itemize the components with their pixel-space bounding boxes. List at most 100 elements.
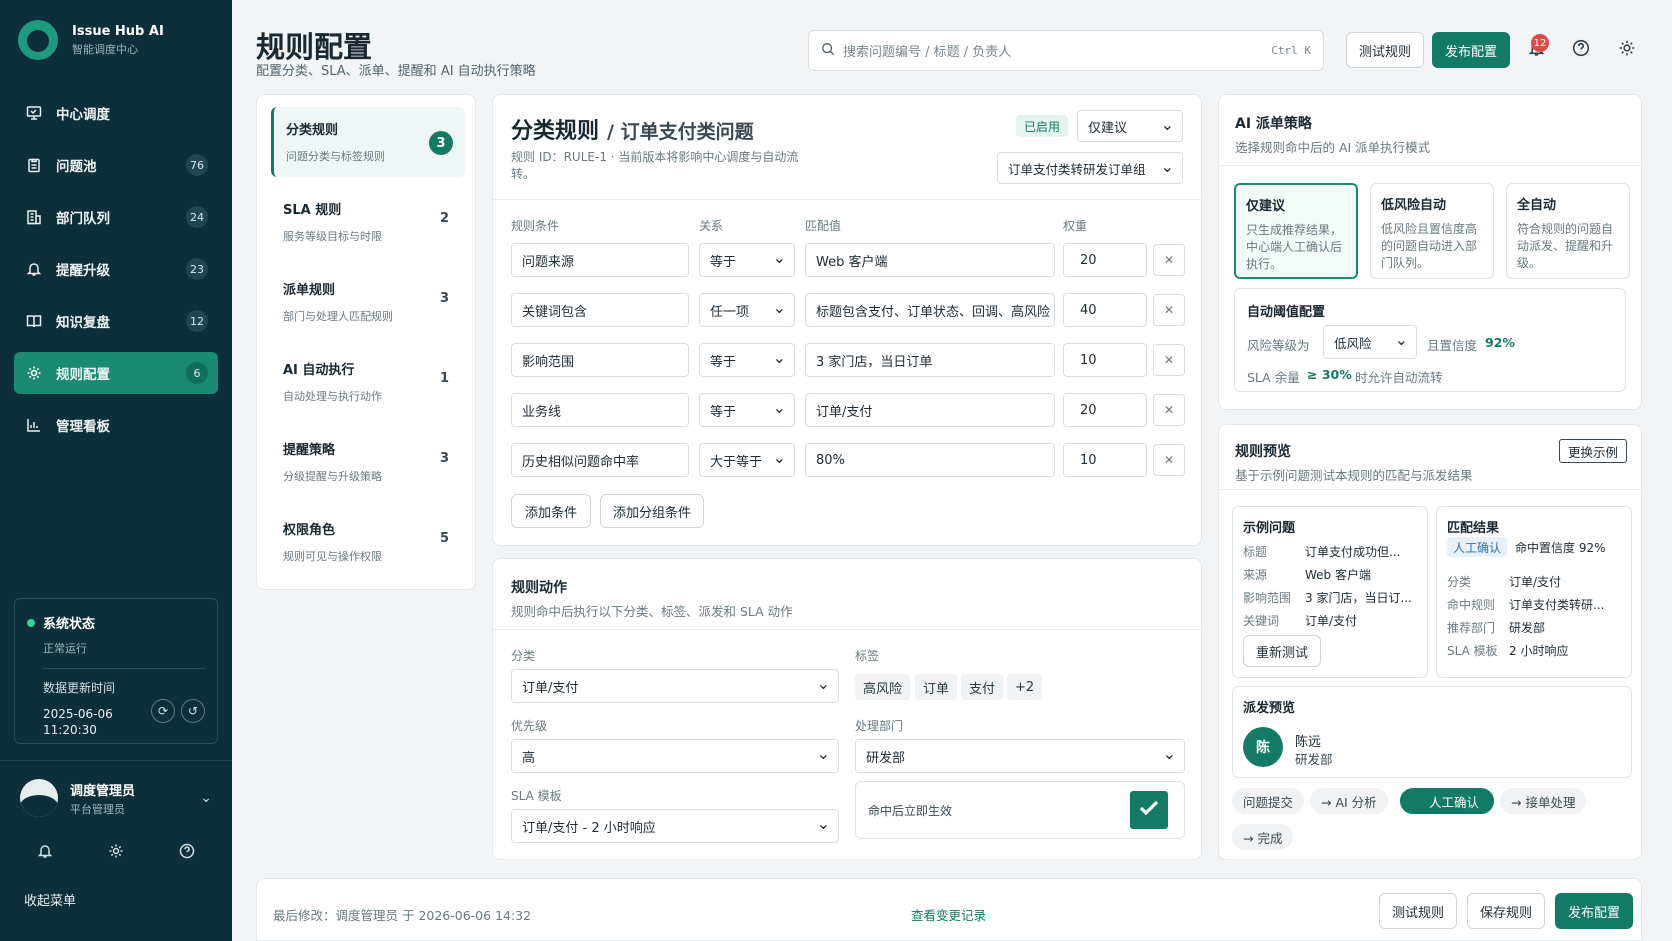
mode-low-risk-auto[interactable]: 低风险自动 低风险且置信度高的问题自动进入部门队列。 (1370, 183, 1494, 279)
condition-field[interactable]: 问题来源 (511, 243, 689, 277)
category-desc: 自动处理与执行动作 (283, 390, 382, 403)
weight-field[interactable]: 10 (1063, 443, 1147, 477)
sidebar-item-dispatch[interactable]: 中心调度 (14, 92, 218, 134)
relation-select[interactable]: 等于 (699, 393, 795, 427)
weight-field[interactable]: 20 (1063, 243, 1147, 277)
mode-suggest-only[interactable]: 仅建议 只生成推荐结果，中心端人工确认后执行。 (1234, 183, 1358, 279)
relation-select[interactable]: 任一项 (699, 293, 795, 327)
dept-select[interactable]: 研发部 (855, 739, 1185, 773)
field-value: 研发部 (1509, 621, 1546, 635)
help-icon[interactable] (179, 843, 195, 863)
condition-field[interactable]: 影响范围 (511, 343, 689, 377)
bell-icon[interactable] (37, 843, 53, 863)
test-rule-button[interactable]: 测试规则 (1346, 32, 1424, 68)
category-sla[interactable]: SLA 规则 服务等级目标与时限 2 (271, 187, 465, 257)
mode-title: 低风险自动 (1381, 198, 1447, 213)
weight-field[interactable]: 10 (1063, 343, 1147, 377)
category-classification[interactable]: 分类规则 问题分类与标签规则 3 (271, 107, 465, 177)
value-field[interactable]: 3 家门店，当日订单 (805, 343, 1055, 377)
value-field[interactable]: 80% (805, 443, 1055, 477)
condition-field[interactable]: 业务线 (511, 393, 689, 427)
more-tags-chip[interactable]: +2 (1007, 674, 1043, 700)
sidebar-item-issue-pool[interactable]: 问题池 76 (14, 144, 218, 186)
publish-config-button[interactable]: 发布配置 (1432, 32, 1510, 68)
add-condition-button[interactable]: 添加条件 (511, 494, 591, 528)
history-link[interactable]: 查看变更记录 (911, 905, 986, 924)
add-group-button[interactable]: 添加分组条件 (600, 494, 704, 528)
select-value: 高 (522, 750, 536, 766)
gear-icon[interactable] (108, 843, 124, 863)
settings-button[interactable] (1613, 36, 1641, 64)
sidebar-item-label: 管理看板 (56, 419, 110, 435)
rule-category-list: 分类规则 问题分类与标签规则 3 SLA 规则 服务等级目标与时限 2 派单规则… (256, 94, 476, 590)
user-menu[interactable]: 调度管理员 平台管理员 ⌄ (0, 779, 232, 817)
category-select[interactable]: 订单/支付 (511, 669, 839, 703)
chevron-down-icon: ⌄ (200, 790, 212, 806)
search-input[interactable]: 搜索问题编号 / 标题 / 负责人 Ctrl K (808, 30, 1324, 71)
tag-chip[interactable]: 高风险 (855, 674, 911, 700)
system-status-card: 系统状态 正常运行 数据更新时间 2025-06-06 11:20:30 ⟳ ↺ (14, 598, 218, 744)
sidebar-item-knowledge[interactable]: 知识复盘 12 (14, 300, 218, 342)
column-header-relation: 关系 (699, 219, 724, 233)
confidence-label: 且置信度 (1427, 338, 1478, 353)
remove-condition-button[interactable]: ✕ (1153, 394, 1185, 426)
help-button[interactable] (1567, 36, 1595, 64)
sla-margin-value[interactable]: ≥ 30% (1307, 367, 1352, 382)
remove-condition-button[interactable]: ✕ (1153, 294, 1185, 326)
value-field[interactable]: 标题包含支付、订单状态、回调、高风险 (805, 293, 1055, 327)
value-field[interactable]: 订单/支付 (805, 393, 1055, 427)
mode-full-auto[interactable]: 全自动 符合规则的问题自动派发、提醒和升级。 (1506, 183, 1630, 279)
mode-select[interactable]: 仅建议 (1077, 110, 1183, 142)
sla-margin-suffix: 时允许自动流转 (1355, 370, 1443, 385)
select-value: 低风险 (1334, 335, 1372, 351)
category-name: 权限角色 (283, 523, 336, 538)
weight-field[interactable]: 20 (1063, 393, 1147, 427)
tag-chip[interactable]: 支付 (961, 674, 1004, 700)
sidebar-nav: 中心调度 问题池 76 部门队列 24 提醒升级 23 知识复盘 12 规则配置… (14, 92, 218, 456)
select-value: 订单/支付 (522, 680, 579, 696)
rule-desc: 规则 ID：RULE-1 · 当前版本将影响中心调度与自动流转。 (511, 150, 799, 181)
sidebar-item-dashboard[interactable]: 管理看板 (14, 404, 218, 446)
category-dispatch[interactable]: 派单规则 部门与处理人匹配规则 3 (271, 267, 465, 337)
sidebar-item-reminders[interactable]: 提醒升级 23 (14, 248, 218, 290)
priority-select[interactable]: 高 (511, 739, 839, 773)
refresh-button[interactable]: ⟳ (151, 699, 175, 723)
target-select[interactable]: 订单支付类转研发订单组 (997, 152, 1183, 184)
condition-field[interactable]: 关键词包含 (511, 293, 689, 327)
relation-select[interactable]: 等于 (699, 343, 795, 377)
update-label: 数据更新时间 (43, 681, 116, 695)
sla-template-select[interactable]: 订单/支付 - 2 小时响应 (511, 809, 839, 843)
test-rule-button[interactable]: 测试规则 (1379, 893, 1457, 929)
publish-config-button[interactable]: 发布配置 (1555, 893, 1633, 929)
tag-chip[interactable]: 订单 (915, 674, 958, 700)
swap-example-button[interactable]: 更换示例 (1559, 439, 1627, 463)
immediate-effect-checkbox[interactable] (1130, 791, 1168, 829)
field-key: 标题 (1243, 545, 1268, 559)
retest-button[interactable]: 重新测试 (1243, 635, 1321, 667)
flow-step: 问题提交 (1232, 788, 1305, 814)
brand[interactable]: Issue Hub AI 智能调度中心 (18, 20, 164, 60)
remove-condition-button[interactable]: ✕ (1153, 444, 1185, 476)
confidence-value[interactable]: 92% (1485, 335, 1515, 350)
sidebar-item-dept-queue[interactable]: 部门队列 24 (14, 196, 218, 238)
help-icon (1572, 39, 1590, 61)
value-field[interactable]: Web 客户端 (805, 243, 1055, 277)
save-rule-button[interactable]: 保存规则 (1467, 893, 1545, 929)
field-key: 来源 (1243, 568, 1268, 582)
rule-actions-card: 规则动作 规则命中后执行以下分类、标签、派发和 SLA 动作 分类 订单/支付 … (492, 558, 1202, 860)
weight-field[interactable]: 40 (1063, 293, 1147, 327)
dispatch-title: 派发预览 (1243, 701, 1296, 716)
remove-condition-button[interactable]: ✕ (1153, 344, 1185, 376)
collapse-menu-button[interactable]: 收起菜单 (24, 890, 76, 909)
category-ai-auto[interactable]: AI 自动执行 自动处理与执行动作 1 (271, 347, 465, 417)
condition-field[interactable]: 历史相似问题命中率 (511, 443, 689, 477)
remove-condition-button[interactable]: ✕ (1153, 244, 1185, 276)
category-permissions[interactable]: 权限角色 规则可见与操作权限 5 (271, 507, 465, 577)
relation-select[interactable]: 大于等于 (699, 443, 795, 477)
sidebar-item-rule-config[interactable]: 规则配置 6 (14, 352, 218, 394)
history-button[interactable]: ↺ (181, 699, 205, 723)
risk-select[interactable]: 低风险 (1323, 325, 1417, 359)
sidebar-item-label: 部门队列 (56, 211, 110, 227)
relation-select[interactable]: 等于 (699, 243, 795, 277)
category-reminder[interactable]: 提醒策略 分级提醒与升级策略 3 (271, 427, 465, 497)
